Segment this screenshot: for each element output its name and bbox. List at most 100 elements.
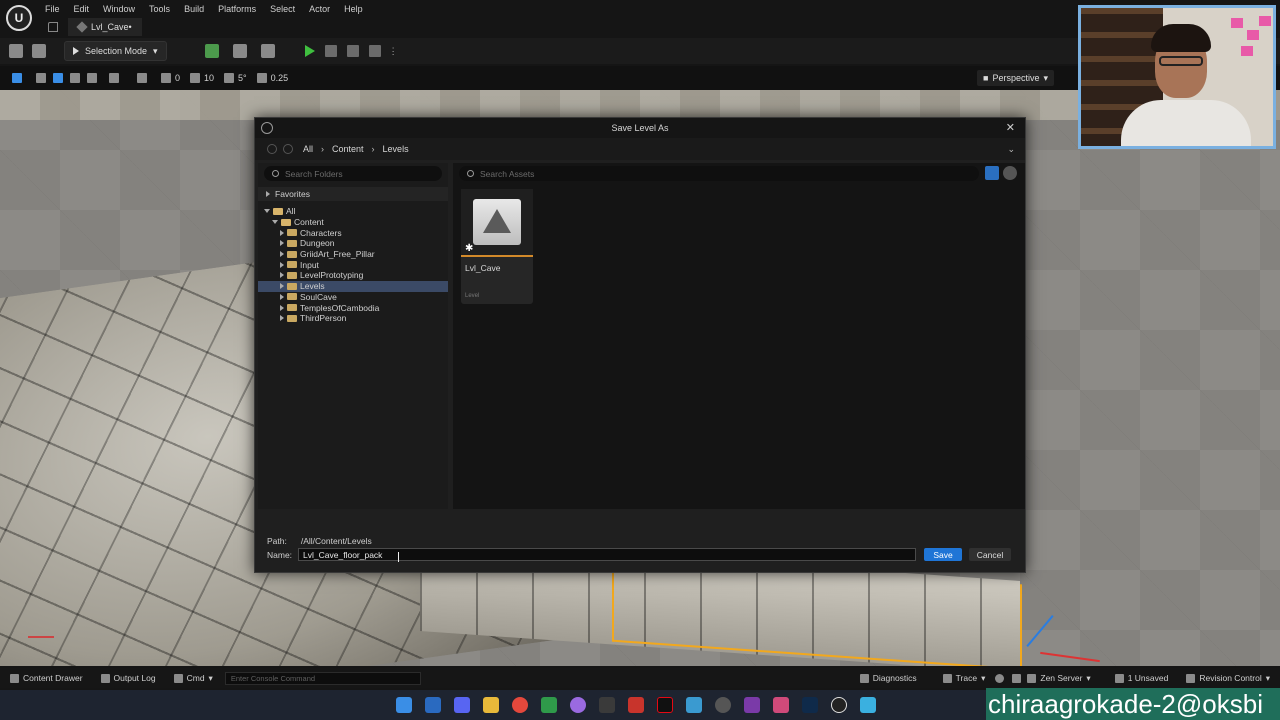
blueprint-icon[interactable] [232,44,247,58]
menu-tools[interactable]: Tools [142,2,177,16]
file-explorer-icon[interactable] [483,697,499,713]
expand-arrow-icon[interactable] [280,229,284,236]
cancel-button[interactable]: Cancel [969,548,1011,561]
menu-select[interactable]: Select [263,2,302,16]
tree-folder-input[interactable]: Input [258,259,448,270]
unsaved-button[interactable]: 1 Unsaved [1109,673,1175,683]
tree-folder-all[interactable]: All [258,206,448,217]
menu-file[interactable]: File [38,2,67,16]
rotation-snap-icon[interactable] [161,73,171,83]
selection-mode-dropdown[interactable]: Selection Mode ▾ [64,41,167,61]
app-icon[interactable] [686,697,702,713]
asset-tile-lvl-cave[interactable]: ✱ Lvl_Cave Level [461,189,533,304]
search-assets-input[interactable]: Search Assets [459,166,979,181]
expand-arrow-icon[interactable] [280,293,284,300]
menu-platforms[interactable]: Platforms [211,2,263,16]
save-icon[interactable] [9,44,23,58]
surface-snap-icon[interactable] [137,73,147,83]
chrome-icon[interactable] [512,697,528,713]
tree-folder-levels[interactable]: Levels [258,280,448,292]
search-folders-input[interactable]: Search Folders [264,166,442,181]
menu-window[interactable]: Window [96,2,142,16]
expand-arrow-icon[interactable] [280,315,284,322]
grid-snap-icon[interactable] [190,73,201,83]
expand-arrow-icon[interactable] [280,272,284,279]
menu-build[interactable]: Build [177,2,211,16]
tab-level[interactable]: Lvl_Cave• [68,18,142,36]
app-icon[interactable] [773,697,789,713]
level-name-input[interactable] [298,548,917,561]
favorites-header[interactable]: Favorites [258,187,448,201]
app-icon[interactable] [860,697,876,713]
expand-arrow-icon[interactable] [280,283,284,290]
content-browser-icon[interactable] [32,44,46,58]
tree-folder-griidart-free-pillar[interactable]: GriidArt_Free_Pillar [258,249,448,260]
stop-icon[interactable] [346,45,359,57]
step-icon[interactable] [324,45,337,57]
angle-snap-icon[interactable] [224,73,235,83]
output-log-button[interactable]: Output Log [95,673,162,683]
move-icon[interactable] [53,73,63,83]
zen-server-dropdown[interactable]: Zen Server ▾ [1021,673,1096,684]
settings-gear-icon[interactable] [1003,166,1017,180]
scale-icon[interactable] [87,73,97,83]
expand-arrow-icon[interactable] [280,251,284,258]
rotate-icon[interactable] [70,73,80,83]
coordinate-space-icon[interactable] [109,73,119,83]
windows-start-icon[interactable] [396,697,412,713]
menu-help[interactable]: Help [337,2,370,16]
onenote-icon[interactable] [744,697,760,713]
select-icon[interactable] [36,73,46,83]
cinematics-icon[interactable] [260,44,275,58]
terminal-icon[interactable] [599,697,615,713]
tree-folder-levelprototyping[interactable]: LevelPrototyping [258,270,448,281]
chevron-down-icon[interactable]: ⌄ [1007,144,1015,155]
unreal-engine-icon[interactable] [831,697,847,713]
netflix-icon[interactable] [657,697,673,713]
perspective-dropdown[interactable]: ■ Perspective ▾ [977,70,1054,86]
expand-arrow-icon[interactable] [280,304,284,311]
tree-folder-characters[interactable]: Characters [258,227,448,238]
tree-folder-dungeon[interactable]: Dungeon [258,238,448,249]
breadcrumb-all[interactable]: All [299,144,317,154]
tree-folder-templesofcambodia[interactable]: TemplesOfCambodia [258,302,448,313]
expand-arrow-icon[interactable] [280,261,284,268]
angle-snap-value[interactable]: 5° [238,73,247,83]
save-button[interactable]: Save [924,548,962,561]
app-icon[interactable] [715,697,731,713]
folder-view-icon[interactable] [985,166,999,180]
diagnostics-button[interactable]: Diagnostics [854,673,923,683]
collapse-arrow-icon[interactable] [272,220,278,225]
collapse-arrow-icon[interactable] [264,209,270,214]
screenshot-icon[interactable] [1012,673,1022,683]
content-drawer-button[interactable]: Content Drawer [4,673,89,683]
home-icon[interactable] [48,22,58,32]
github-icon[interactable] [570,697,586,713]
gizmo-x-axis[interactable] [1040,651,1100,663]
menu-actor[interactable]: Actor [302,2,337,16]
forward-arrow-icon[interactable] [283,144,293,154]
rotation-snap-value[interactable]: 0 [175,73,180,83]
grid-snap-value[interactable]: 10 [204,73,214,83]
trace-dropdown[interactable]: Trace ▾ [937,673,992,684]
cmd-dropdown[interactable]: Cmd ▾ [168,673,219,684]
app-icon[interactable] [425,697,441,713]
breadcrumb-content[interactable]: Content [328,144,368,154]
back-arrow-icon[interactable] [267,144,277,154]
tree-folder-content[interactable]: Content [258,217,448,228]
scale-snap-icon[interactable] [256,73,267,83]
transform-mode-icon[interactable] [12,73,22,83]
record-icon[interactable] [995,673,1005,683]
console-command-input[interactable]: Enter Console Command [224,671,421,685]
add-actor-icon[interactable] [204,44,219,58]
gizmo-z-axis[interactable] [1026,615,1054,647]
discord-icon[interactable] [454,697,470,713]
more-options-icon[interactable]: ⋮ [389,46,398,57]
scale-snap-value[interactable]: 0.25 [271,73,289,83]
menu-edit[interactable]: Edit [67,2,97,16]
eject-icon[interactable] [368,45,381,57]
tree-folder-thirdperson[interactable]: ThirdPerson [258,313,448,324]
revision-control-button[interactable]: Revision Control ▾ [1180,673,1276,684]
photoshop-icon[interactable] [802,697,818,713]
breadcrumb-levels[interactable]: Levels [379,144,413,154]
